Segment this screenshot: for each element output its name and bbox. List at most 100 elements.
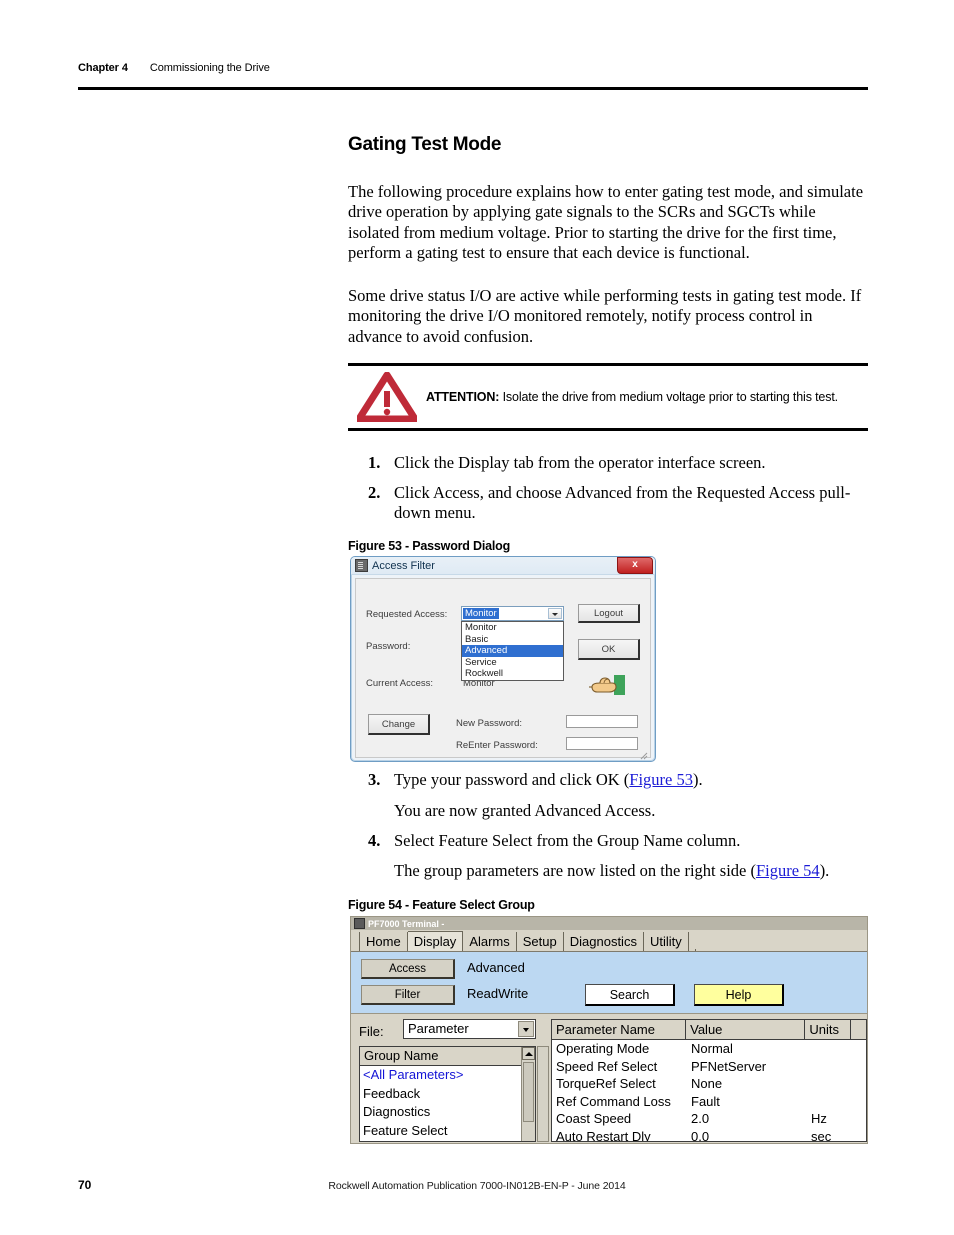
- step-4: 4. Select Feature Select from the Group …: [368, 831, 868, 851]
- terminal-window-title: PF7000 Terminal -: [368, 918, 445, 929]
- tab-display[interactable]: Display: [407, 931, 464, 951]
- parameter-browser: File: Parameter Group Name <All Paramete…: [351, 1014, 867, 1143]
- step-3-text-after: ).: [693, 770, 703, 789]
- ok-button[interactable]: OK: [578, 639, 640, 660]
- group-item-diagnostics[interactable]: Diagnostics: [360, 1103, 535, 1122]
- figure-53-caption: Figure 53 - Password Dialog: [348, 539, 511, 553]
- table-row[interactable]: TorqueRef Select None: [552, 1075, 866, 1093]
- header-divider: [78, 87, 868, 90]
- tab-utility[interactable]: Utility: [644, 932, 689, 951]
- tab-diagnostics[interactable]: Diagnostics: [564, 932, 644, 951]
- tab-alarms[interactable]: Alarms: [463, 932, 517, 951]
- figure-54-caption: Figure 54 - Feature Select Group: [348, 898, 535, 912]
- step-4-note-before: The group parameters are now listed on t…: [394, 861, 756, 880]
- chevron-down-icon[interactable]: [518, 1021, 534, 1037]
- logout-button[interactable]: Logout: [578, 604, 640, 623]
- scrollbar-thumb[interactable]: [523, 1062, 534, 1122]
- column-header-value[interactable]: Value: [686, 1020, 806, 1039]
- terminal-titlebar[interactable]: PF7000 Terminal -: [351, 917, 867, 930]
- dropdown-option-monitor[interactable]: Monitor: [462, 622, 563, 634]
- filter-mode-value: ReadWrite: [467, 986, 529, 1001]
- change-password-button[interactable]: Change: [368, 714, 430, 735]
- file-combobox[interactable]: Parameter: [403, 1019, 536, 1039]
- close-icon[interactable]: x: [617, 557, 653, 574]
- attention-text: ATTENTION: Isolate the drive from medium…: [426, 390, 838, 405]
- access-filter-dialog: Access Filter x Requested Access: Passwo…: [350, 556, 656, 762]
- step-4-text: Select Feature Select from the Group Nam…: [394, 831, 741, 850]
- cell-parameter-name: Ref Command Loss: [556, 1093, 671, 1109]
- cell-parameter-name: Operating Mode: [556, 1041, 650, 1056]
- file-label: File:: [359, 1024, 384, 1039]
- group-item-all-parameters[interactable]: <All Parameters>: [360, 1066, 535, 1085]
- table-row[interactable]: Speed Ref Select PFNetServer: [552, 1058, 866, 1076]
- cell-units: [807, 1075, 853, 1093]
- step-1-text: Click the Display tab from the operator …: [394, 453, 766, 472]
- table-row[interactable]: Ref Command Loss Fault: [552, 1093, 866, 1111]
- step-4-number: 4.: [368, 831, 381, 850]
- reenter-password-input[interactable]: [566, 737, 638, 750]
- resize-grip[interactable]: [639, 747, 648, 760]
- cell-units: [807, 1058, 853, 1076]
- parameter-table-scrollbar[interactable]: [537, 1046, 549, 1142]
- header-subject: Commissioning the Drive: [149, 62, 270, 74]
- dialog-titlebar[interactable]: Access Filter x: [351, 557, 655, 575]
- requested-access-combobox[interactable]: Monitor: [461, 606, 564, 621]
- group-name-list[interactable]: Group Name <All Parameters> Feedback Dia…: [359, 1046, 536, 1142]
- dropdown-option-rockwell[interactable]: Rockwell: [462, 668, 563, 680]
- help-button[interactable]: Help: [694, 984, 784, 1006]
- requested-access-dropdown-list[interactable]: Monitor Basic Advanced Service Rockwell: [461, 621, 564, 681]
- dropdown-option-service[interactable]: Service: [462, 657, 563, 669]
- tab-setup[interactable]: Setup: [517, 932, 564, 951]
- header-chapter: Chapter 4: [78, 62, 128, 74]
- step-2-number: 2.: [368, 483, 381, 502]
- figure-54-link[interactable]: Figure 54: [756, 861, 820, 880]
- cell-parameter-name: Coast Speed: [556, 1111, 632, 1126]
- group-list-scrollbar[interactable]: [521, 1047, 535, 1141]
- document-page: Chapter 4 Commissioning the Drive Gating …: [0, 0, 954, 1235]
- filter-button[interactable]: Filter: [361, 985, 455, 1005]
- step-2-text: Click Access, and choose Advanced from t…: [394, 483, 851, 523]
- cell-value: PFNetServer: [691, 1058, 767, 1074]
- scroll-up-arrow-icon[interactable]: [522, 1047, 535, 1060]
- search-button[interactable]: Search: [585, 984, 675, 1006]
- cell-units: sec: [811, 1128, 832, 1142]
- cell-parameter-name: Auto Restart Dly: [556, 1128, 651, 1142]
- dropdown-option-advanced[interactable]: Advanced: [462, 645, 563, 657]
- dropdown-option-basic[interactable]: Basic: [462, 634, 563, 646]
- attention-callout: ATTENTION: Isolate the drive from medium…: [348, 363, 868, 431]
- cell-value: Normal: [691, 1041, 733, 1056]
- attention-label: ATTENTION:: [426, 389, 500, 404]
- step-1-number: 1.: [368, 453, 381, 472]
- access-button[interactable]: Access: [361, 959, 455, 979]
- terminal-app-icon: [354, 918, 365, 929]
- step-4-note-after: ).: [819, 861, 830, 880]
- column-header-units[interactable]: Units: [805, 1020, 852, 1039]
- table-row[interactable]: Auto Restart Dly 0.0 sec: [552, 1128, 866, 1142]
- step-3-text: Type your password and click OK (Figure …: [394, 770, 868, 790]
- pointing-hand-icon: [588, 673, 628, 699]
- figure-53-link[interactable]: Figure 53: [629, 770, 693, 789]
- step-1: 1. Click the Display tab from the operat…: [368, 453, 868, 473]
- cell-value: 0.0: [691, 1128, 710, 1142]
- cell-units: [807, 1040, 853, 1058]
- group-item-feature-select[interactable]: Feature Select: [360, 1122, 535, 1141]
- new-password-label: New Password:: [456, 718, 522, 729]
- table-row[interactable]: Operating Mode Normal: [552, 1040, 866, 1058]
- step-3-note: You are now granted Advanced Access.: [394, 801, 656, 820]
- step-3-number: 3.: [368, 770, 381, 789]
- attention-message: Isolate the drive from medium voltage pr…: [502, 389, 839, 404]
- new-password-input[interactable]: [566, 715, 638, 728]
- requested-access-label: Requested Access:: [366, 609, 448, 620]
- pf7000-terminal-window: PF7000 Terminal - Home Display Alarms Se…: [350, 916, 868, 1144]
- tab-home[interactable]: Home: [359, 932, 408, 951]
- requested-access-value: Monitor: [463, 608, 499, 619]
- reenter-password-label: ReEnter Password:: [456, 740, 538, 751]
- chevron-down-icon[interactable]: [548, 608, 562, 619]
- cell-value: 2.0: [691, 1111, 710, 1126]
- table-row[interactable]: Coast Speed 2.0 Hz: [552, 1110, 866, 1128]
- step-3-text-before: Type your password and click OK (: [394, 770, 630, 789]
- group-item-feedback[interactable]: Feedback: [360, 1085, 535, 1104]
- dialog-title: Access Filter: [372, 559, 435, 572]
- dialog-client-area: Requested Access: Password: Current Acce…: [355, 578, 651, 760]
- column-header-parameter-name[interactable]: Parameter Name: [552, 1020, 687, 1039]
